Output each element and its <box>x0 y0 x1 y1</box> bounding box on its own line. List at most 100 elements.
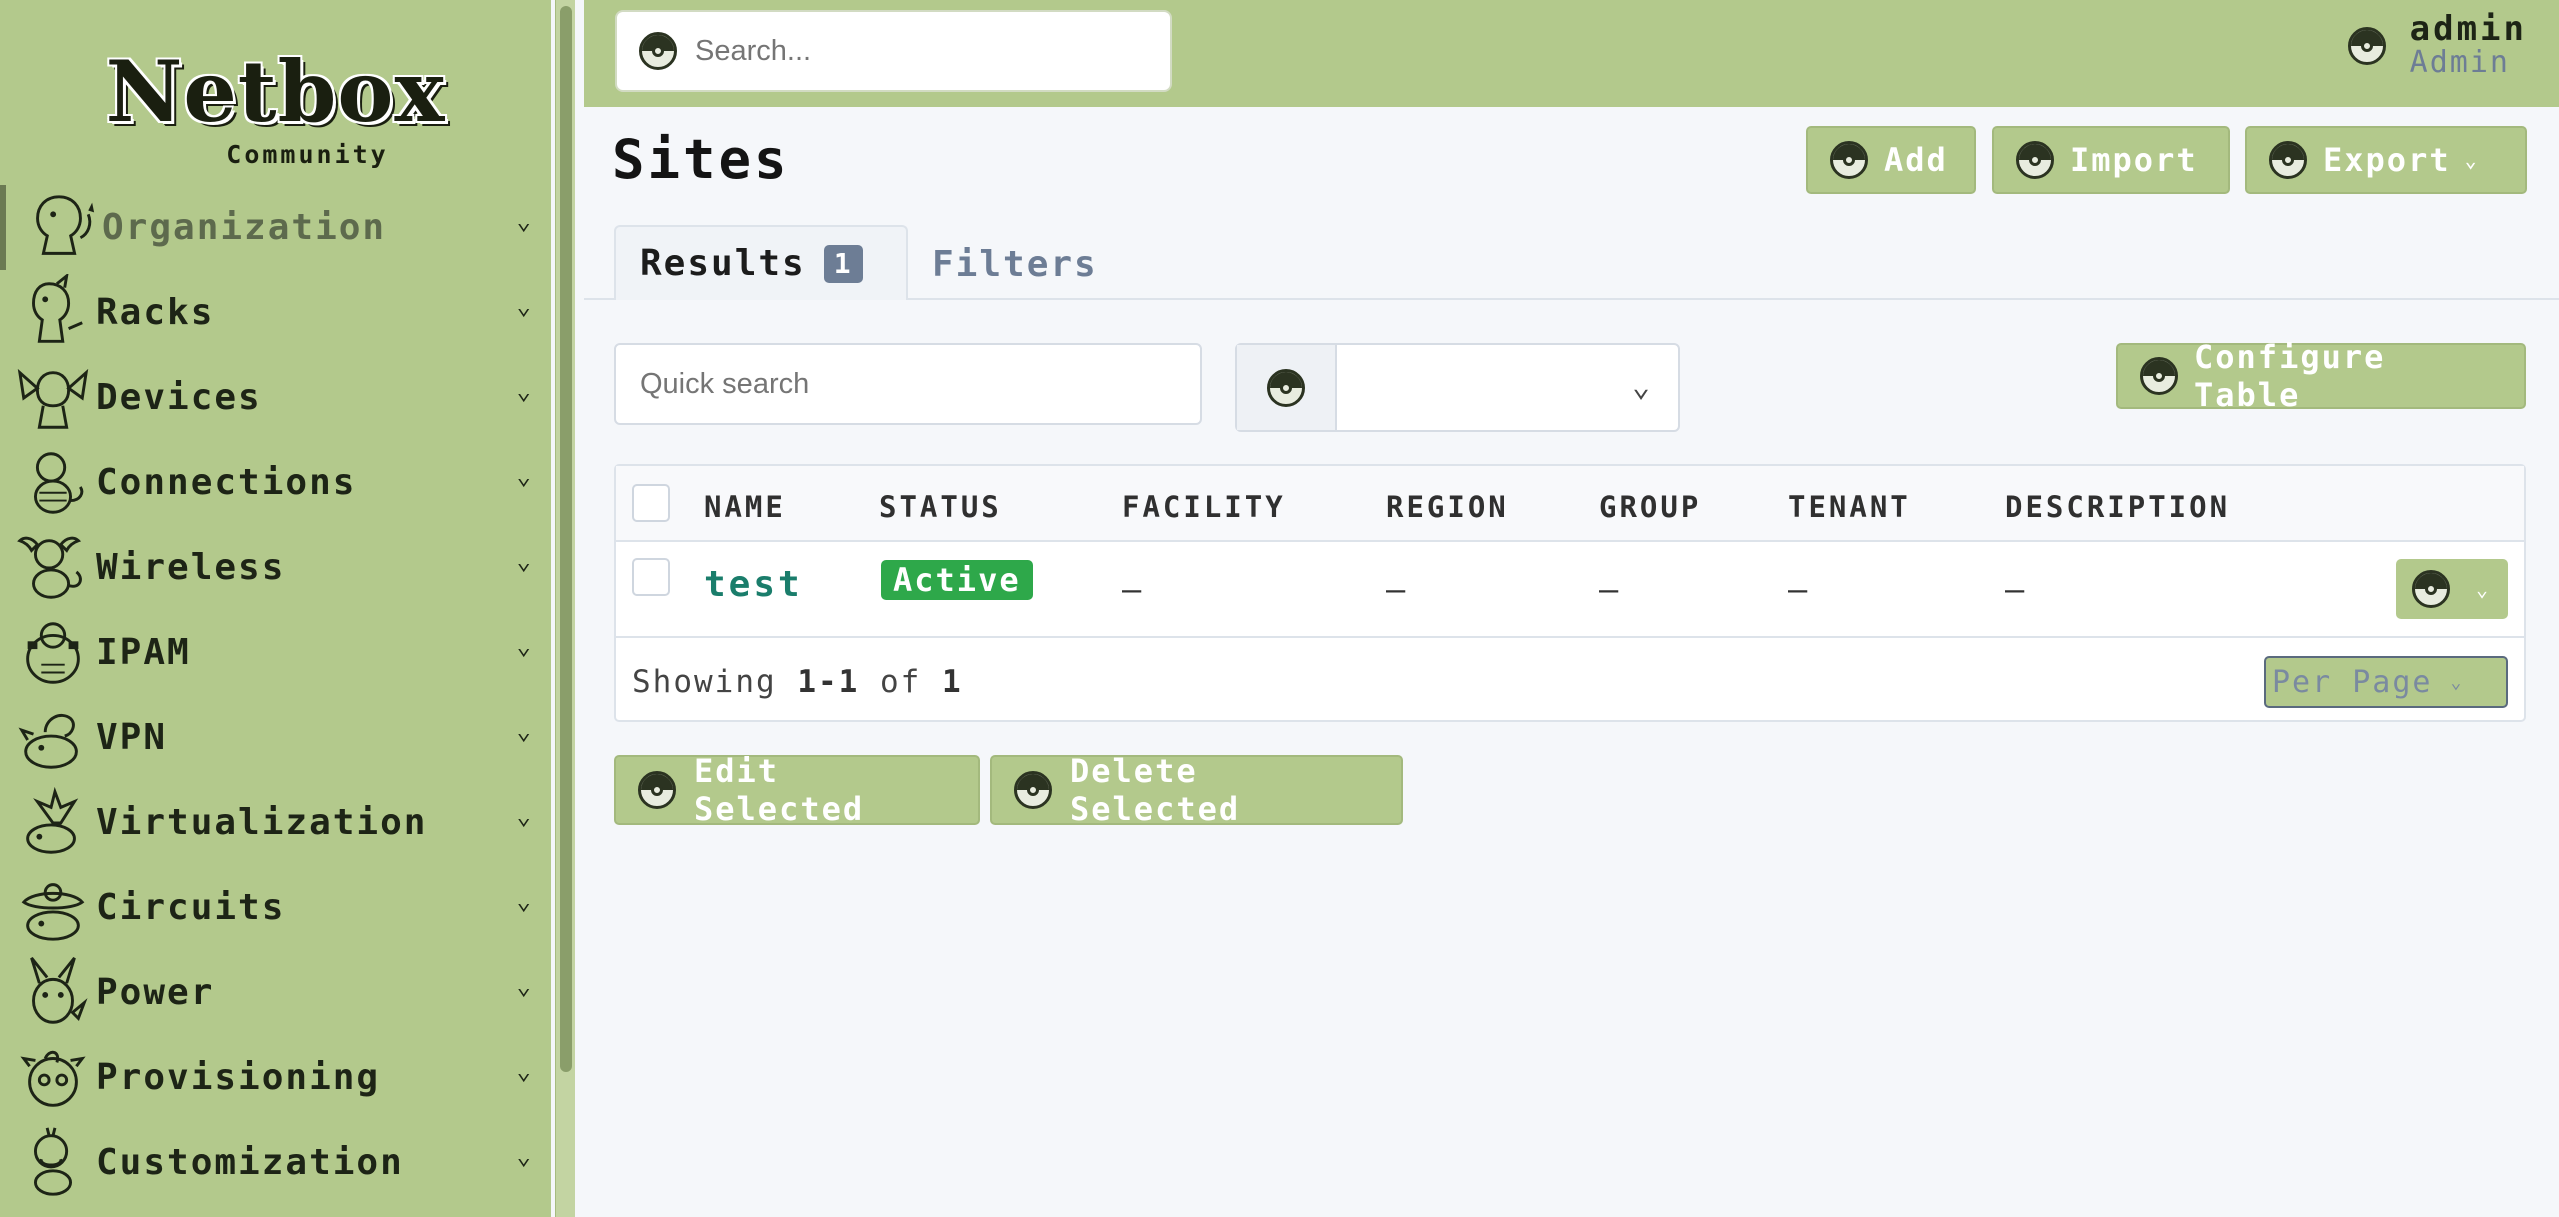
status-badge: Active <box>881 560 1033 600</box>
sidebar-item-racks[interactable]: Racks ⌄ <box>0 270 551 355</box>
squirtle-icon <box>33 451 84 514</box>
sidebar-item-label: Circuits <box>96 887 286 928</box>
pokeball-user-icon <box>2347 27 2386 65</box>
chevron-down-icon: ⌄ <box>516 377 531 405</box>
sidebar-item-label: Racks <box>96 292 215 333</box>
scrollbar-thumb[interactable] <box>560 6 572 1072</box>
pagination-summary: Showing 1-1 of 1 <box>632 664 963 700</box>
sidebar-item-connections[interactable]: Connections ⌄ <box>0 440 551 525</box>
sidebar-item-customization[interactable]: Customization ⌄ <box>0 1120 551 1205</box>
edit-selected-button[interactable]: Edit Selected <box>614 752 980 828</box>
pokeball-import-icon <box>2016 141 2054 179</box>
chevron-down-icon: ⌄ <box>1631 369 1650 404</box>
pokeball-filter-icon <box>1267 368 1305 407</box>
pokeball-search-icon <box>639 32 677 70</box>
sidebar-item-label: Connections <box>96 462 357 503</box>
pokeball-row-icon <box>2412 570 2450 608</box>
sidebar-item-label: IPAM <box>96 632 191 673</box>
brand-edition: Community <box>226 140 389 169</box>
facility-cell: — <box>1122 570 1142 608</box>
sidebar-item-provisioning[interactable]: Provisioning ⌄ <box>0 1035 551 1120</box>
sidebar-item-label: Power <box>96 972 215 1013</box>
configure-table-label: Configure Table <box>2194 338 2386 414</box>
description-cell: — <box>2005 570 2025 608</box>
user-role: Admin <box>2409 45 2510 80</box>
sidebar: Netbox Community Organization ⌄ Racks ⌄ … <box>0 0 551 1217</box>
global-search[interactable] <box>615 10 1172 92</box>
per-page-select[interactable]: Per Page ⌄ <box>2264 656 2508 708</box>
pokeball-export-icon <box>2269 141 2307 179</box>
column-header-description[interactable]: DESCRIPTION <box>2005 490 2230 524</box>
column-header-name[interactable]: NAME <box>704 490 786 524</box>
results-count-badge: 1 <box>823 244 863 283</box>
select-all-checkbox[interactable] <box>632 484 670 522</box>
table-header: NAME STATUS FACILITY REGION GROUP TENANT… <box>616 466 2524 542</box>
sidebar-item-vpn[interactable]: VPN ⌄ <box>0 695 551 780</box>
sites-table: NAME STATUS FACILITY REGION GROUP TENANT… <box>614 464 2526 722</box>
sidebar-item-label: Customization <box>96 1142 404 1183</box>
tab-results[interactable]: Results 1 <box>614 225 908 300</box>
saved-filter-group[interactable]: ⌄ <box>1235 343 1680 432</box>
sidebar-item-label: Provisioning <box>96 1057 381 1098</box>
chevron-down-icon: ⌄ <box>516 1057 531 1085</box>
chevron-down-icon: ⌄ <box>516 802 531 830</box>
export-button[interactable]: Export ⌄ <box>2245 126 2527 194</box>
site-name-link[interactable]: test <box>704 564 803 605</box>
column-header-group[interactable]: GROUP <box>1599 490 1701 524</box>
charmander-icon <box>36 194 95 255</box>
global-search-input[interactable] <box>695 34 1155 68</box>
export-button-label: Export <box>2323 141 2451 179</box>
pokeball-delete-icon <box>1014 771 1052 809</box>
blastoise-icon <box>26 621 80 684</box>
sidebar-item-ipam[interactable]: IPAM ⌄ <box>0 610 551 695</box>
topbar: admin Admin <box>584 0 2559 107</box>
chevron-down-icon: ⌄ <box>516 1142 531 1170</box>
brand-logo[interactable]: Netbox Community <box>0 44 551 170</box>
import-button-label: Import <box>2070 141 2198 179</box>
sidebar-item-power[interactable]: Power ⌄ <box>0 950 551 1035</box>
delete-selected-button[interactable]: Delete Selected <box>990 752 1403 828</box>
delete-selected-label: Delete Selected <box>1070 752 1241 828</box>
sidebar-item-virtualization[interactable]: Virtualization ⌄ <box>0 780 551 865</box>
chevron-down-icon: ⌄ <box>516 462 531 490</box>
table-row: test Active — — — — — ⌄ <box>616 542 2524 638</box>
chevron-down-icon: ⌄ <box>2450 671 2464 693</box>
column-header-region[interactable]: REGION <box>1386 490 1509 524</box>
quick-search[interactable] <box>614 343 1202 425</box>
quick-search-input[interactable] <box>640 367 1180 401</box>
sidebar-item-devices[interactable]: Devices ⌄ <box>0 355 551 440</box>
import-button[interactable]: Import <box>1992 126 2230 194</box>
sidebar-item-wireless[interactable]: Wireless ⌄ <box>0 525 551 610</box>
column-header-tenant[interactable]: TENANT <box>1788 490 1911 524</box>
sidebar-item-circuits[interactable]: Circuits ⌄ <box>0 865 551 950</box>
pokeball-add-icon <box>1830 141 1868 179</box>
chevron-down-icon: ⌄ <box>516 207 531 235</box>
tab-filters[interactable]: Filters <box>932 244 1098 285</box>
user-name: admin <box>2409 9 2527 49</box>
row-actions-button[interactable]: ⌄ <box>2396 559 2508 619</box>
venusaur-icon <box>21 882 85 941</box>
pokeball-edit-icon <box>638 771 676 809</box>
page-title: Sites <box>612 128 790 191</box>
filter-addon <box>1237 345 1337 430</box>
column-header-facility[interactable]: FACILITY <box>1122 490 1286 524</box>
sidebar-scrollbar[interactable] <box>555 0 575 1217</box>
summary-total: 1 <box>941 664 963 700</box>
summary-of: of <box>859 664 942 700</box>
row-checkbox[interactable] <box>632 558 670 596</box>
saved-filter-select[interactable]: ⌄ <box>1337 345 1678 430</box>
edit-selected-label: Edit Selected <box>694 752 865 828</box>
add-button[interactable]: Add <box>1806 126 1976 194</box>
sidebar-item-label: VPN <box>96 717 168 758</box>
charmeleon-icon <box>32 273 83 343</box>
group-cell: — <box>1599 570 1619 608</box>
configure-table-button[interactable]: Configure Table <box>2116 338 2526 414</box>
column-header-status[interactable]: STATUS <box>879 490 1002 524</box>
chevron-down-icon: ⌄ <box>516 717 531 745</box>
sidebar-nav: Organization ⌄ Racks ⌄ Devices ⌄ Connect… <box>0 185 551 1205</box>
sidebar-item-label: Virtualization <box>96 802 428 843</box>
chevron-down-icon: ⌄ <box>2476 577 2489 601</box>
sidebar-item-organization[interactable]: Organization ⌄ <box>0 185 551 270</box>
bulbasaur-icon <box>18 713 78 769</box>
user-menu[interactable]: admin Admin <box>2347 9 2527 80</box>
